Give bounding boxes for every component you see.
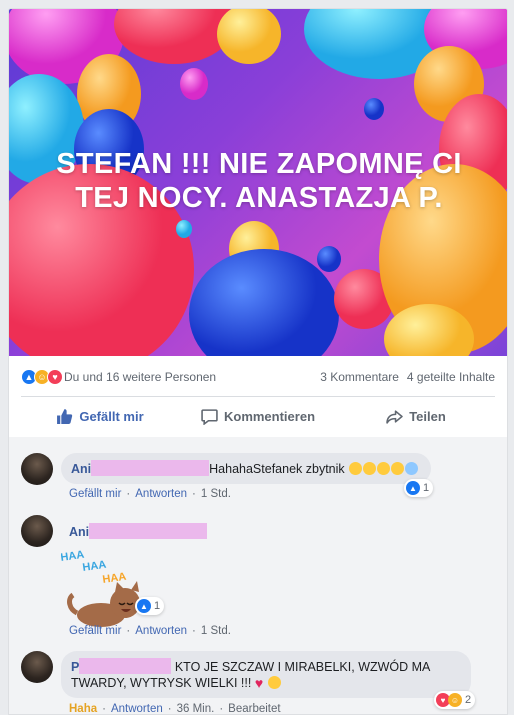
comment-bubble: P KTO JE SZCZAW I MIRABELKI, WZWÓD MA TW… [61, 651, 471, 698]
rofl-emoji-icon [377, 462, 391, 475]
commenter-name[interactable]: Ani [69, 525, 89, 539]
red-heart-emoji-icon: ♥ [254, 675, 264, 691]
comment-time[interactable]: 1 Std. [201, 625, 231, 637]
comment-button[interactable]: Kommentieren [179, 401, 337, 431]
sticker-text: HAA [102, 571, 127, 586]
commenter-name[interactable]: Ani [71, 462, 91, 476]
banner-text: STEFAN !!! NIE ZAPOMNĘ CI TEJ NOCY. ANAS… [56, 148, 462, 214]
reaction-count-badge[interactable]: ♥ ☺ 2 [434, 691, 476, 709]
love-reaction-icon: ♥ [47, 369, 63, 385]
sticker-text: HAA [82, 559, 107, 574]
comment-like-link[interactable]: Gefällt mir [69, 488, 121, 500]
reaction-count: 2 [465, 694, 472, 706]
like-button[interactable]: Gefällt mir [21, 401, 179, 431]
comments-count[interactable]: 3 Kommentare [320, 370, 399, 384]
comment-reply-link[interactable]: Antworten [135, 625, 187, 637]
comment-meta: Haha · Antworten · 36 Min. · Bearbeitet [69, 703, 281, 715]
like-reaction-icon: ▲ [137, 599, 151, 613]
post-actions: Gefällt mir Kommentieren Teilen [21, 401, 495, 431]
comment-reaction-link[interactable]: Haha [69, 703, 97, 714]
divider [21, 396, 495, 397]
grin-emoji-icon [267, 676, 281, 689]
comments-section: Ani HahahaStefanek zbytnik ▲ 1 Gefällt mi… [9, 437, 507, 714]
redacted-name [89, 523, 208, 539]
comment-reply-link[interactable]: Antworten [135, 488, 187, 500]
post-card: STEFAN !!! NIE ZAPOMNĘ CI TEJ NOCY. ANAS… [8, 8, 508, 715]
comment-meta: Gefällt mir · Antworten · 1 Std. [69, 625, 231, 637]
comment-item: P KTO JE SZCZAW I MIRABELKI, WZWÓD MA TW… [21, 651, 495, 715]
haha-reaction-icon: ☺ [448, 693, 462, 707]
reaction-icons[interactable]: ▲ ☺ ♥ [21, 369, 63, 385]
comment-reply-link[interactable]: Antworten [111, 703, 163, 714]
avatar[interactable] [21, 515, 53, 547]
redacted-name [79, 658, 172, 674]
reaction-count: 1 [154, 600, 161, 612]
comment-bubble: Ani HahahaStefanek zbytnik [61, 453, 431, 484]
comment-header: Ani [69, 523, 208, 539]
avatar[interactable] [21, 453, 53, 485]
rofl-emoji-icon [391, 462, 405, 475]
edited-label[interactable]: Bearbeitet [228, 703, 280, 714]
thumbs-up-icon [57, 408, 73, 424]
avatar[interactable] [21, 651, 53, 683]
commenter-name[interactable]: P [71, 660, 79, 674]
post-stats: ▲ ☺ ♥ Du und 16 weitere Personen 3 Komme… [21, 365, 495, 389]
reaction-count-badge[interactable]: ▲ 1 [135, 597, 165, 615]
speech-bubble-icon [201, 408, 218, 425]
like-reaction-icon: ▲ [406, 481, 420, 495]
comment-time[interactable]: 1 Std. [201, 488, 231, 500]
grin-emoji-icon [349, 462, 363, 475]
laughing-cat-sticker[interactable]: HAA HAA HAA [61, 545, 161, 630]
share-label: Teilen [409, 408, 446, 424]
share-button[interactable]: Teilen [337, 401, 495, 431]
crying-emoji-icon [405, 462, 419, 475]
redacted-name [91, 460, 210, 476]
post-banner: STEFAN !!! NIE ZAPOMNĘ CI TEJ NOCY. ANAS… [9, 9, 507, 356]
comment-label: Kommentieren [223, 408, 316, 424]
comment-text: HahahaStefanek zbytnik [209, 462, 345, 476]
comment-time[interactable]: 36 Min. [177, 703, 215, 714]
rofl-emoji-icon [363, 462, 377, 475]
comment-item: Ani HahahaStefanek zbytnik ▲ 1 Gefällt mi… [21, 453, 495, 513]
share-arrow-icon [386, 409, 403, 424]
shares-count[interactable]: 4 geteilte Inhalte [407, 370, 495, 384]
comment-meta: Gefällt mir · Antworten · 1 Std. [69, 488, 231, 500]
comment-item: Ani HAA HAA HAA ▲ 1 Gefällt mir · Antwort… [21, 515, 495, 640]
reaction-count: 1 [423, 482, 430, 494]
reactions-summary[interactable]: Du und 16 weitere Personen [64, 370, 216, 384]
reaction-count-badge[interactable]: ▲ 1 [404, 479, 434, 497]
comment-like-link[interactable]: Gefällt mir [69, 625, 121, 637]
like-label: Gefällt mir [79, 408, 144, 424]
